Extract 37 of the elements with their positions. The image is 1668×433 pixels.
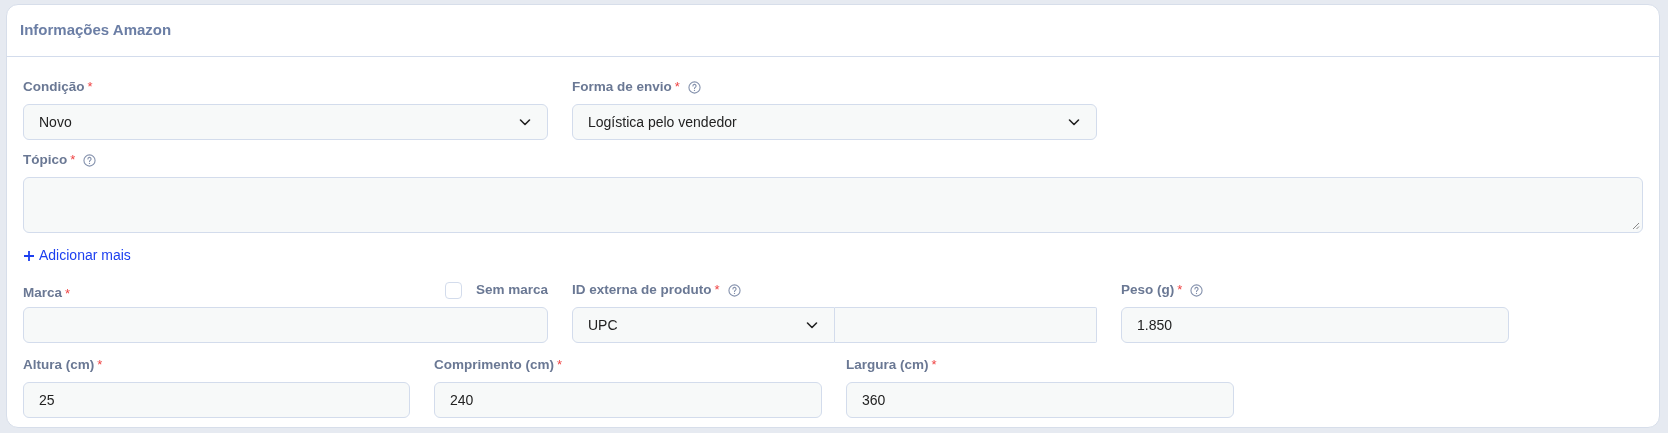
panel-title: Informações Amazon	[20, 20, 172, 41]
help-icon[interactable]	[1190, 283, 1204, 297]
input-field[interactable]: 1.850	[1121, 307, 1509, 343]
required-mark: *	[714, 281, 720, 300]
resize-handle-icon[interactable]	[1632, 222, 1640, 230]
input-field[interactable]	[835, 307, 1097, 343]
help-icon[interactable]	[83, 153, 97, 167]
required-mark: *	[97, 356, 103, 375]
checkbox[interactable]	[444, 281, 462, 299]
plus-icon	[23, 249, 35, 262]
field-label: Comprimento (cm)	[434, 355, 554, 374]
input-field[interactable]	[23, 307, 548, 343]
input-field[interactable]: 360	[846, 382, 1234, 418]
required-mark: *	[70, 151, 76, 170]
input-field[interactable]: 25	[23, 382, 410, 418]
select-field[interactable]: Logística pelo vendedor	[572, 104, 1097, 140]
field-label: Tópico	[23, 150, 68, 169]
select-field[interactable]: UPC	[572, 307, 835, 343]
required-mark: *	[1177, 281, 1183, 300]
field-label: Marca	[23, 284, 63, 303]
select-field[interactable]: Novo	[23, 104, 548, 140]
field-label: ID externa de produto	[572, 280, 712, 299]
help-icon[interactable]	[687, 80, 701, 94]
checkbox-label: Sem marca	[475, 280, 548, 299]
field-label: Forma de envio	[572, 77, 672, 96]
required-mark: *	[557, 356, 563, 375]
field-label: Condição	[23, 77, 85, 96]
input-field[interactable]: 240	[434, 382, 822, 418]
required-mark: *	[65, 284, 71, 303]
field-label: Peso (g)	[1121, 280, 1175, 299]
field-label: Altura (cm)	[23, 355, 95, 374]
required-mark: *	[674, 78, 680, 97]
required-mark: *	[931, 356, 937, 375]
help-icon[interactable]	[727, 283, 741, 297]
required-mark: *	[87, 78, 93, 97]
add-more-link[interactable]: Adicionar mais	[23, 245, 131, 266]
field-label: Largura (cm)	[846, 355, 929, 374]
